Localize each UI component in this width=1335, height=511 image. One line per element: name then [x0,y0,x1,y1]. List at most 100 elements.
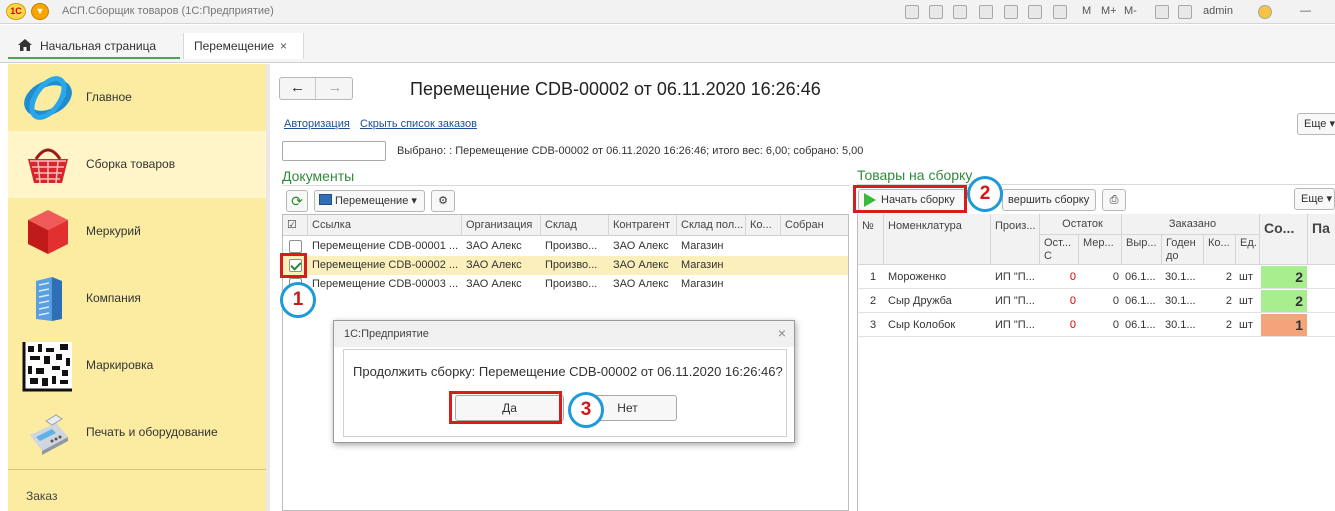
barcode-input[interactable] [282,141,386,161]
column-header-collected[interactable]: Собран [781,215,848,236]
column-header-num[interactable]: № [858,214,884,265]
preview-icon[interactable] [953,5,967,19]
confirm-dialog: 1С:Предприятие × Продолжить сборку: Пере… [333,320,795,443]
refresh-button[interactable]: ⟳ [286,190,308,212]
row-checkbox[interactable] [289,240,302,253]
column-header-ord-unit[interactable]: Ед. [1236,235,1260,265]
calendar-icon[interactable] [1053,5,1067,19]
zoom-icon[interactable] [1155,5,1169,19]
sidebar-item-mercury[interactable]: Меркурий [8,198,266,265]
auth-link[interactable]: Авторизация [284,118,350,130]
table-row-selected[interactable]: Перемещение CDB-00002 ... ЗАО Алекс Прои… [283,256,848,275]
memory-m-button[interactable]: M [1082,5,1091,17]
column-header-stock[interactable]: Остаток [1040,214,1122,235]
forward-button[interactable]: → [317,78,353,99]
column-header-name[interactable]: Номенклатура [884,214,991,265]
close-icon[interactable]: × [280,39,287,53]
sidebar-item-marking[interactable]: Маркировка [8,332,266,399]
table-row[interactable]: 3 Сыр Колобок ИП "П... 0 0 06.1... 30.1.… [858,313,1335,337]
annotation-marker-2: 2 [967,176,1003,212]
cell-valid: 30.1... [1165,319,1196,331]
table-row[interactable]: 2 Сыр Дружба ИП "П... 0 0 06.1... 30.1..… [858,289,1335,313]
annotation-marker-3: 3 [568,392,604,428]
table-row[interactable]: Перемещение CDB-00003 ... ЗАО Алекс Прои… [283,275,848,294]
column-header-contractor[interactable]: Контрагент [609,215,677,236]
column-header-ko[interactable]: Ко... [746,215,781,236]
cell-contractor: ЗАО Алекс [613,259,669,271]
sidebar-item-assembly[interactable]: Сборка товаров [8,131,266,198]
dialog-close-icon[interactable]: × [778,325,786,341]
calculator-icon[interactable] [1028,5,1042,19]
column-header-ord-qty[interactable]: Ко... [1204,235,1236,265]
cell-collected[interactable]: 2 [1261,290,1307,312]
dialog-body: Продолжить сборку: Перемещение CDB-00002… [343,349,787,437]
annotation-highlight-checkbox [280,253,307,278]
dialog-header: 1С:Предприятие × [334,321,794,347]
sidebar-item-main[interactable]: Главное [8,64,266,131]
user-name[interactable]: admin [1203,5,1233,17]
hide-orders-link[interactable]: Скрыть список заказов [360,118,477,130]
globe-icon [24,76,72,120]
document-icon [319,194,332,205]
window-titlebar: 1С ▼ АСП.Сборщик товаров (1С:Предприятие… [0,0,1335,24]
annotation-highlight-yes [449,391,562,424]
main-menu-button[interactable]: ▼ [31,3,49,20]
cell-collected[interactable]: 1 [1261,314,1307,336]
info-icon[interactable] [1258,5,1272,19]
cell-collected[interactable]: 2 [1261,266,1307,288]
shopping-basket-icon [28,148,68,184]
sidebar-divider [8,469,266,470]
table-row[interactable]: Перемещение CDB-00001 ... ЗАО Алекс Прои… [283,237,848,256]
print-button[interactable]: ⎙ [1102,189,1126,211]
sidebar-label-company: Компания [86,291,141,305]
column-header-dest-warehouse[interactable]: Склад пол... [677,215,746,236]
document-type-value: Перемещение [335,195,409,207]
documents-title: Документы [282,168,355,184]
column-header-org[interactable]: Организация [462,215,541,236]
column-header-ord-out[interactable]: Выр... [1122,235,1162,265]
cell-measure: 0 [1112,271,1119,283]
dialog-title: 1С:Предприятие [344,328,429,340]
history-icon[interactable] [1004,5,1018,19]
sidebar-item-printing[interactable]: Печать и оборудование [8,399,266,466]
column-header-warehouse[interactable]: Склад [541,215,609,236]
sidebar-label-assembly: Сборка товаров [86,157,176,171]
more-button-top[interactable]: Еще ▾ [1297,113,1335,135]
cell-name: Мороженко [888,271,947,283]
cell-unit: шт [1239,295,1253,307]
document-type-select[interactable]: Перемещение ▾ [314,190,425,212]
tab-document[interactable]: Перемещение × [183,33,304,59]
column-header-stock-measure[interactable]: Мер... [1079,235,1122,265]
minimize-icon[interactable]: — [1300,5,1311,17]
settings-button[interactable]: ⚙ [431,190,455,212]
sidebar-item-company[interactable]: Компания [8,265,266,332]
save-icon[interactable] [905,5,919,19]
cell-warehouse: Произво... [545,240,598,252]
column-header-extra[interactable]: Па [1308,214,1335,265]
column-header-maker[interactable]: Произ... [991,214,1040,265]
cell-warehouse: Произво... [545,259,598,271]
tab-home[interactable]: Начальная страница [8,33,180,59]
cell-rest: 0 [1069,295,1076,307]
panel-icon[interactable] [1178,5,1192,19]
annotation-highlight-start [853,185,967,213]
home-icon [18,39,32,51]
back-button[interactable]: ← [280,78,316,99]
memory-plus-button[interactable]: M+ [1101,5,1117,17]
more-button-goods[interactable]: Еще ▾ [1294,188,1335,210]
more-label-goods: Еще [1301,193,1324,205]
column-header-ord-valid[interactable]: Годен до [1162,235,1204,265]
memory-minus-button[interactable]: M- [1124,5,1137,17]
table-row[interactable]: 1 Мороженко ИП "П... 0 0 06.1... 30.1...… [858,265,1335,289]
column-header-ordered[interactable]: Заказано [1122,214,1260,235]
cell-valid: 30.1... [1165,295,1196,307]
sidebar-item-order[interactable]: Заказ [26,489,57,503]
cell-num: 3 [870,319,877,331]
finish-assembly-button[interactable]: вершить сборку [1002,189,1096,211]
column-header-ref[interactable]: Ссылка [308,215,462,236]
column-header-collected[interactable]: Со... [1260,214,1308,265]
select-all-icon[interactable]: ☑ [283,215,308,236]
column-header-stock-rest[interactable]: Ост... С [1040,235,1079,265]
print-icon[interactable] [929,5,943,19]
link-icon[interactable] [979,5,993,19]
